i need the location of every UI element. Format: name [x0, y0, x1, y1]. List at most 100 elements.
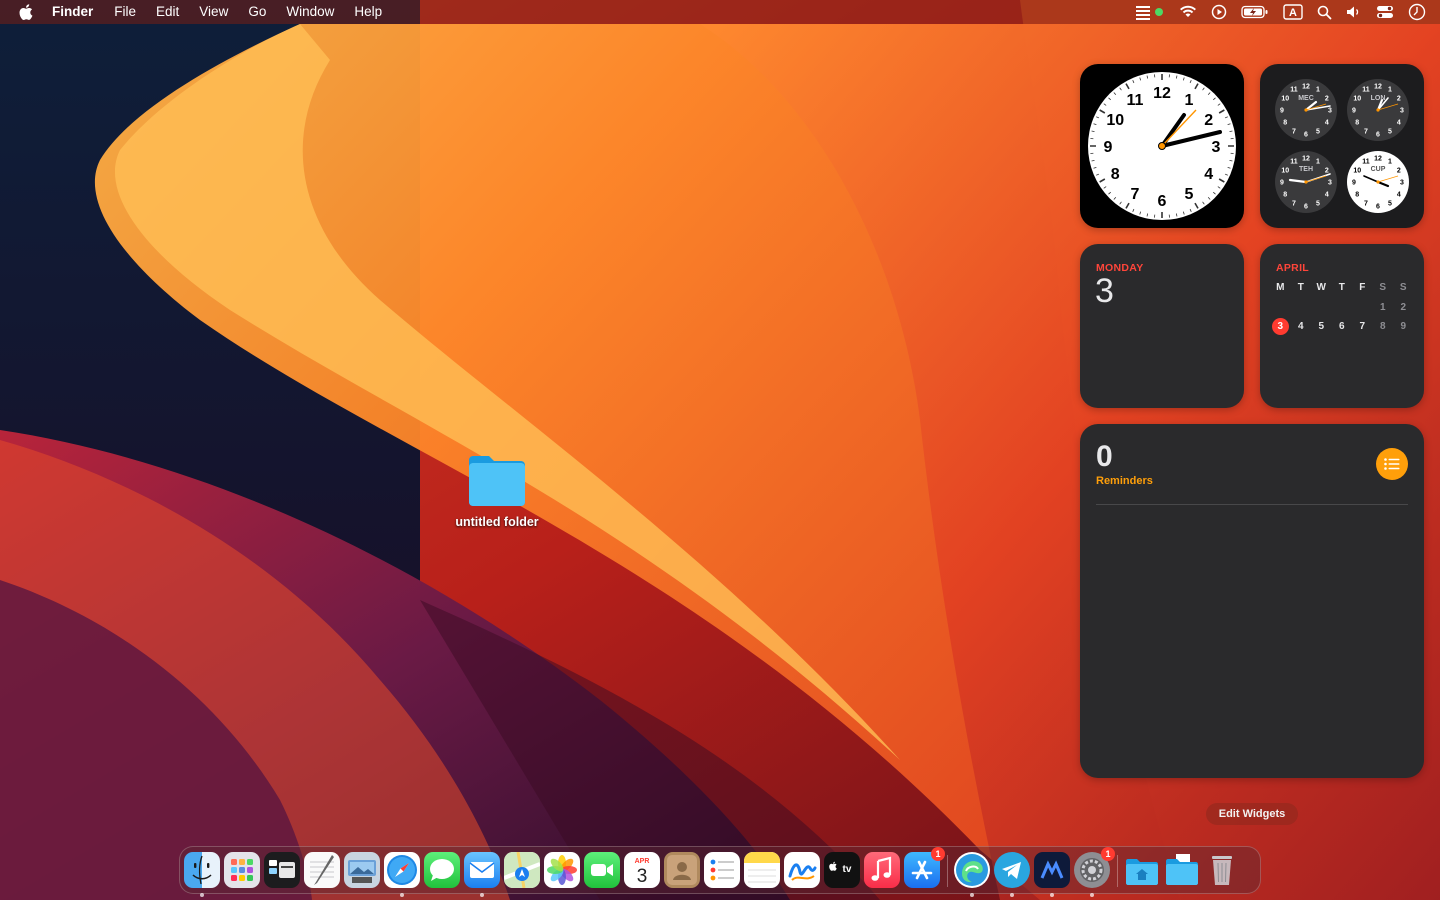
world-clock-number: 2 [1325, 96, 1329, 103]
dock-item-facetime[interactable] [584, 852, 620, 888]
world-clock-number: 11 [1362, 159, 1370, 166]
spotlight-icon[interactable] [1317, 0, 1332, 24]
world-clock-number: 4 [1397, 192, 1401, 199]
dock-item-finder[interactable] [184, 852, 220, 897]
wifi-icon[interactable] [1179, 0, 1197, 24]
calendar-today: 3 [1271, 318, 1289, 336]
input-source-icon[interactable]: A [1283, 0, 1303, 24]
world-clock-number: 9 [1280, 108, 1284, 115]
dock-item-edge[interactable] [954, 852, 990, 897]
clock-icon[interactable] [1408, 0, 1426, 24]
world-clock-number: 10 [1353, 168, 1361, 175]
weekday-header: S [1399, 282, 1407, 294]
contacts-icon [664, 852, 700, 888]
world-clock-number: 8 [1355, 120, 1359, 127]
stage-manager-app-icon [264, 852, 300, 888]
edit-widgets-button[interactable]: Edit Widgets [1206, 803, 1298, 825]
world-clock-number: 10 [1353, 96, 1361, 103]
weekday-header: S [1379, 282, 1387, 294]
menu-help[interactable]: Help [344, 0, 392, 24]
dock-item-photos[interactable] [544, 852, 580, 888]
dock-item-music[interactable] [864, 852, 900, 888]
dock-item-maps[interactable] [504, 852, 540, 888]
dock-item-calendar[interactable]: APR 3 [624, 852, 660, 888]
world-clock-number: 2 [1325, 168, 1329, 175]
apple-menu-icon[interactable] [0, 0, 52, 24]
world-clock-mec: 12 12 3 45 6 78 9 1011 [1275, 79, 1337, 141]
menu-edit[interactable]: Edit [146, 0, 189, 24]
dock-item-launchpad[interactable] [224, 852, 260, 888]
dock-item-telegram[interactable] [994, 852, 1030, 897]
desktop-folder[interactable]: untitled folder [447, 452, 547, 529]
calendar-day: 1 [1379, 301, 1386, 313]
reminders-widget[interactable]: 0 Reminders [1080, 424, 1424, 778]
control-center-icon[interactable] [1376, 0, 1394, 24]
reminders-list-button[interactable] [1376, 448, 1408, 480]
city-label: CUP [1371, 166, 1386, 173]
dock-item-safari[interactable] [384, 852, 420, 897]
dock-item-preview[interactable] [344, 852, 380, 888]
dock-item-mail[interactable] [464, 852, 500, 897]
photos-icon [544, 852, 580, 888]
dock-item-apple-tv[interactable]: tv [824, 852, 860, 888]
menu-file[interactable]: File [104, 0, 146, 24]
world-clock-faces: 12 1234567891011 12 1234567891011 12 123456… [1275, 79, 1409, 213]
safari-icon [384, 852, 420, 888]
weekday-header: F [1359, 282, 1366, 294]
dock-item-messages[interactable] [424, 852, 460, 888]
running-indicator [1050, 893, 1054, 897]
world-clock-teh: 12 12 3 45 6 78 9 1011 [1275, 151, 1337, 213]
dock-item-contacts[interactable] [664, 852, 700, 888]
notes-icon [744, 852, 780, 888]
menu-go[interactable]: Go [238, 0, 276, 24]
world-clock-widget[interactable]: 12 1 2 3 4 5 6 7 8 9 10 11 12 1 2 3 4 5 6 7 8 9 10 11 12 1 2 3 4 5 6… [1260, 64, 1424, 228]
play-icon[interactable] [1211, 0, 1227, 24]
clock-widget[interactable]: 12 1 2 3 4 5 6 7 8 9 10 11 [1080, 64, 1244, 228]
menu-app-name[interactable]: Finder [52, 0, 104, 24]
dock-item-stage-manager-app[interactable] [264, 852, 300, 888]
dock-item-system-settings[interactable]: 1 [1074, 847, 1115, 897]
dock-icon-text: APR [635, 858, 650, 865]
dock-item-documents-folder[interactable] [1164, 852, 1200, 888]
world-clock-number: 9 [1352, 108, 1356, 115]
world-clock-number: 12 [1302, 156, 1310, 163]
world-clock-number: 8 [1355, 192, 1359, 199]
world-clock-number: 10 [1281, 96, 1289, 103]
date-widget[interactable]: MONDAY 3 [1080, 244, 1244, 408]
world-clock-number: 11 [1290, 159, 1298, 166]
dock-item-reminders[interactable] [704, 852, 740, 888]
dock-item-downloads-folder[interactable] [1124, 852, 1160, 888]
dock-item-freeform[interactable] [784, 852, 820, 888]
dock-item-notes[interactable] [744, 852, 780, 888]
nord-icon [1034, 852, 1070, 888]
city-label: LON [1371, 95, 1386, 102]
world-clock-number: 12 [1302, 84, 1310, 91]
calendar-day [1270, 298, 1291, 318]
city-label: TEH [1299, 166, 1313, 173]
apple-tv-icon: tv [824, 852, 860, 888]
dock-icon-text: tv [843, 864, 852, 875]
world-clock-number: 8 [1283, 192, 1287, 199]
world-clock-number: 4 [1325, 120, 1329, 127]
calendar-grid: M T W T F S S 1 2 34 5 6 7 8 9 [1270, 278, 1414, 337]
stage-manager-icon[interactable] [1133, 0, 1165, 24]
volume-icon[interactable] [1346, 0, 1362, 24]
clock-number: 11 [1127, 92, 1144, 109]
battery-charging-icon[interactable] [1241, 0, 1269, 24]
calendar-icon: APR 3 [624, 852, 660, 888]
dock-item-nord[interactable] [1034, 852, 1070, 897]
world-clock-number: 3 [1328, 108, 1332, 115]
world-clock-number: 9 [1352, 180, 1356, 187]
dock-item-app-store[interactable]: 1 [904, 847, 945, 888]
menu-view[interactable]: View [189, 0, 238, 24]
music-icon [864, 852, 900, 888]
dock-item-textedit[interactable] [304, 852, 340, 888]
world-clock-number: 3 [1400, 180, 1404, 187]
dock-item-trash[interactable] [1204, 852, 1240, 888]
clock-number: 4 [1204, 166, 1213, 183]
menu-window[interactable]: Window [276, 0, 344, 24]
reminders-divider [1096, 504, 1408, 505]
calendar-month-widget[interactable]: APRIL M T W T F S S 1 2 34 5 6 7 8 9 [1260, 244, 1424, 408]
calendar-day: 8 [1379, 321, 1386, 333]
calendar-day: 9 [1400, 321, 1407, 333]
